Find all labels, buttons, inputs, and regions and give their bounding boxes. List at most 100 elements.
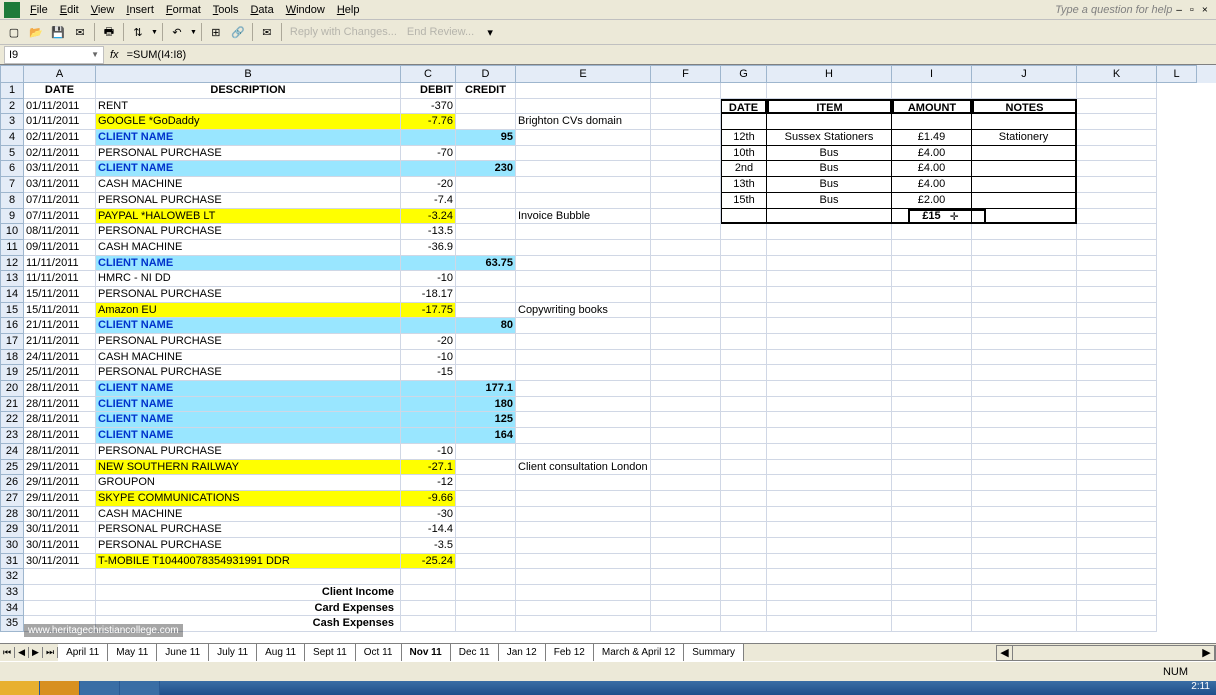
cell[interactable]: [972, 209, 1077, 225]
cell[interactable]: [767, 397, 892, 413]
cell[interactable]: Bus: [767, 146, 892, 162]
cell[interactable]: [767, 569, 892, 585]
spreadsheet-grid[interactable]: A B C D E F G H I J K L 1DATEDESCRIPTION…: [0, 65, 1216, 665]
cell[interactable]: [456, 114, 516, 130]
cell[interactable]: [456, 303, 516, 319]
cell[interactable]: 30/11/2011: [24, 522, 96, 538]
cell[interactable]: -36.9: [401, 240, 456, 256]
cell[interactable]: [1077, 522, 1157, 538]
tab-last-icon[interactable]: ⏭: [43, 647, 58, 658]
sheet-tab[interactable]: Jan 12: [499, 644, 546, 661]
cell[interactable]: [1077, 554, 1157, 570]
cell[interactable]: [651, 256, 721, 272]
cell[interactable]: PERSONAL PURCHASE: [96, 193, 401, 209]
cell[interactable]: [721, 507, 767, 523]
cell[interactable]: [651, 444, 721, 460]
cell[interactable]: -14.4: [401, 522, 456, 538]
cell[interactable]: [1077, 601, 1157, 617]
cell[interactable]: [972, 507, 1077, 523]
cell[interactable]: [456, 444, 516, 460]
cell[interactable]: [651, 601, 721, 617]
cell[interactable]: [721, 381, 767, 397]
cell[interactable]: [721, 554, 767, 570]
cell[interactable]: [892, 365, 972, 381]
cell[interactable]: [721, 334, 767, 350]
cell[interactable]: [24, 569, 96, 585]
cell[interactable]: [516, 350, 651, 366]
cell[interactable]: £4.00: [892, 161, 972, 177]
cell[interactable]: [456, 522, 516, 538]
cell[interactable]: [721, 585, 767, 601]
cell[interactable]: [767, 114, 892, 130]
cell[interactable]: [972, 334, 1077, 350]
col-header-K[interactable]: K: [1077, 65, 1157, 83]
cell[interactable]: [516, 287, 651, 303]
cell[interactable]: CASH MACHINE: [96, 507, 401, 523]
cell[interactable]: [651, 397, 721, 413]
cell[interactable]: [651, 224, 721, 240]
help-question-box[interactable]: Type a question for help: [1055, 4, 1172, 16]
cell[interactable]: [516, 428, 651, 444]
cell[interactable]: [892, 303, 972, 319]
cell[interactable]: [972, 271, 1077, 287]
cell[interactable]: -370: [401, 99, 456, 115]
row-header[interactable]: 3: [0, 114, 24, 130]
cell[interactable]: 180: [456, 397, 516, 413]
print-icon[interactable]: 🖶: [99, 22, 119, 42]
cell[interactable]: [651, 569, 721, 585]
cell[interactable]: 02/11/2011: [24, 130, 96, 146]
cell[interactable]: [1077, 130, 1157, 146]
cell[interactable]: [972, 381, 1077, 397]
cell[interactable]: [1077, 240, 1157, 256]
col-header-H[interactable]: H: [767, 65, 892, 83]
cell[interactable]: PERSONAL PURCHASE: [96, 146, 401, 162]
cell[interactable]: [456, 271, 516, 287]
cell[interactable]: [651, 350, 721, 366]
cell[interactable]: [721, 616, 767, 632]
cell[interactable]: [516, 554, 651, 570]
cell[interactable]: [972, 350, 1077, 366]
cell[interactable]: [456, 475, 516, 491]
cell[interactable]: 11/11/2011: [24, 256, 96, 272]
taskbar-button[interactable]: [40, 681, 80, 695]
row-header[interactable]: 2: [0, 99, 24, 115]
cell[interactable]: [1077, 83, 1157, 99]
cell[interactable]: 95: [456, 130, 516, 146]
sheet-tab[interactable]: May 11: [108, 644, 157, 661]
row-header[interactable]: 12: [0, 256, 24, 272]
cell[interactable]: [651, 491, 721, 507]
cell[interactable]: [651, 334, 721, 350]
row-header[interactable]: 7: [0, 177, 24, 193]
cell[interactable]: [972, 475, 1077, 491]
row-header[interactable]: 17: [0, 334, 24, 350]
cell[interactable]: [651, 99, 721, 115]
col-header-A[interactable]: A: [24, 65, 96, 83]
row-header[interactable]: 14: [0, 287, 24, 303]
cell[interactable]: [456, 177, 516, 193]
cell[interactable]: [721, 569, 767, 585]
name-box-dropdown-icon[interactable]: ▼: [91, 50, 99, 59]
cell[interactable]: [972, 554, 1077, 570]
cell[interactable]: [1077, 475, 1157, 491]
cell[interactable]: [767, 475, 892, 491]
row-header[interactable]: 35: [0, 616, 24, 632]
cell[interactable]: 15th: [721, 193, 767, 209]
cell[interactable]: [651, 318, 721, 334]
cell[interactable]: [651, 522, 721, 538]
row-header[interactable]: 25: [0, 460, 24, 476]
cell[interactable]: PERSONAL PURCHASE: [96, 224, 401, 240]
cell[interactable]: 15/11/2011: [24, 303, 96, 319]
cell[interactable]: [767, 444, 892, 460]
cell[interactable]: CASH MACHINE: [96, 177, 401, 193]
cell[interactable]: [972, 601, 1077, 617]
cell[interactable]: [721, 522, 767, 538]
cell[interactable]: CLIENT NAME: [96, 161, 401, 177]
horizontal-scrollbar[interactable]: ◀ ▶: [996, 645, 1216, 661]
cell[interactable]: [456, 616, 516, 632]
taskbar-button[interactable]: [80, 681, 120, 695]
cell[interactable]: [456, 209, 516, 225]
cell[interactable]: GOOGLE *GoDaddy: [96, 114, 401, 130]
cell[interactable]: [401, 161, 456, 177]
cell[interactable]: AMOUNT: [892, 99, 972, 115]
menu-data[interactable]: Data: [244, 4, 279, 16]
